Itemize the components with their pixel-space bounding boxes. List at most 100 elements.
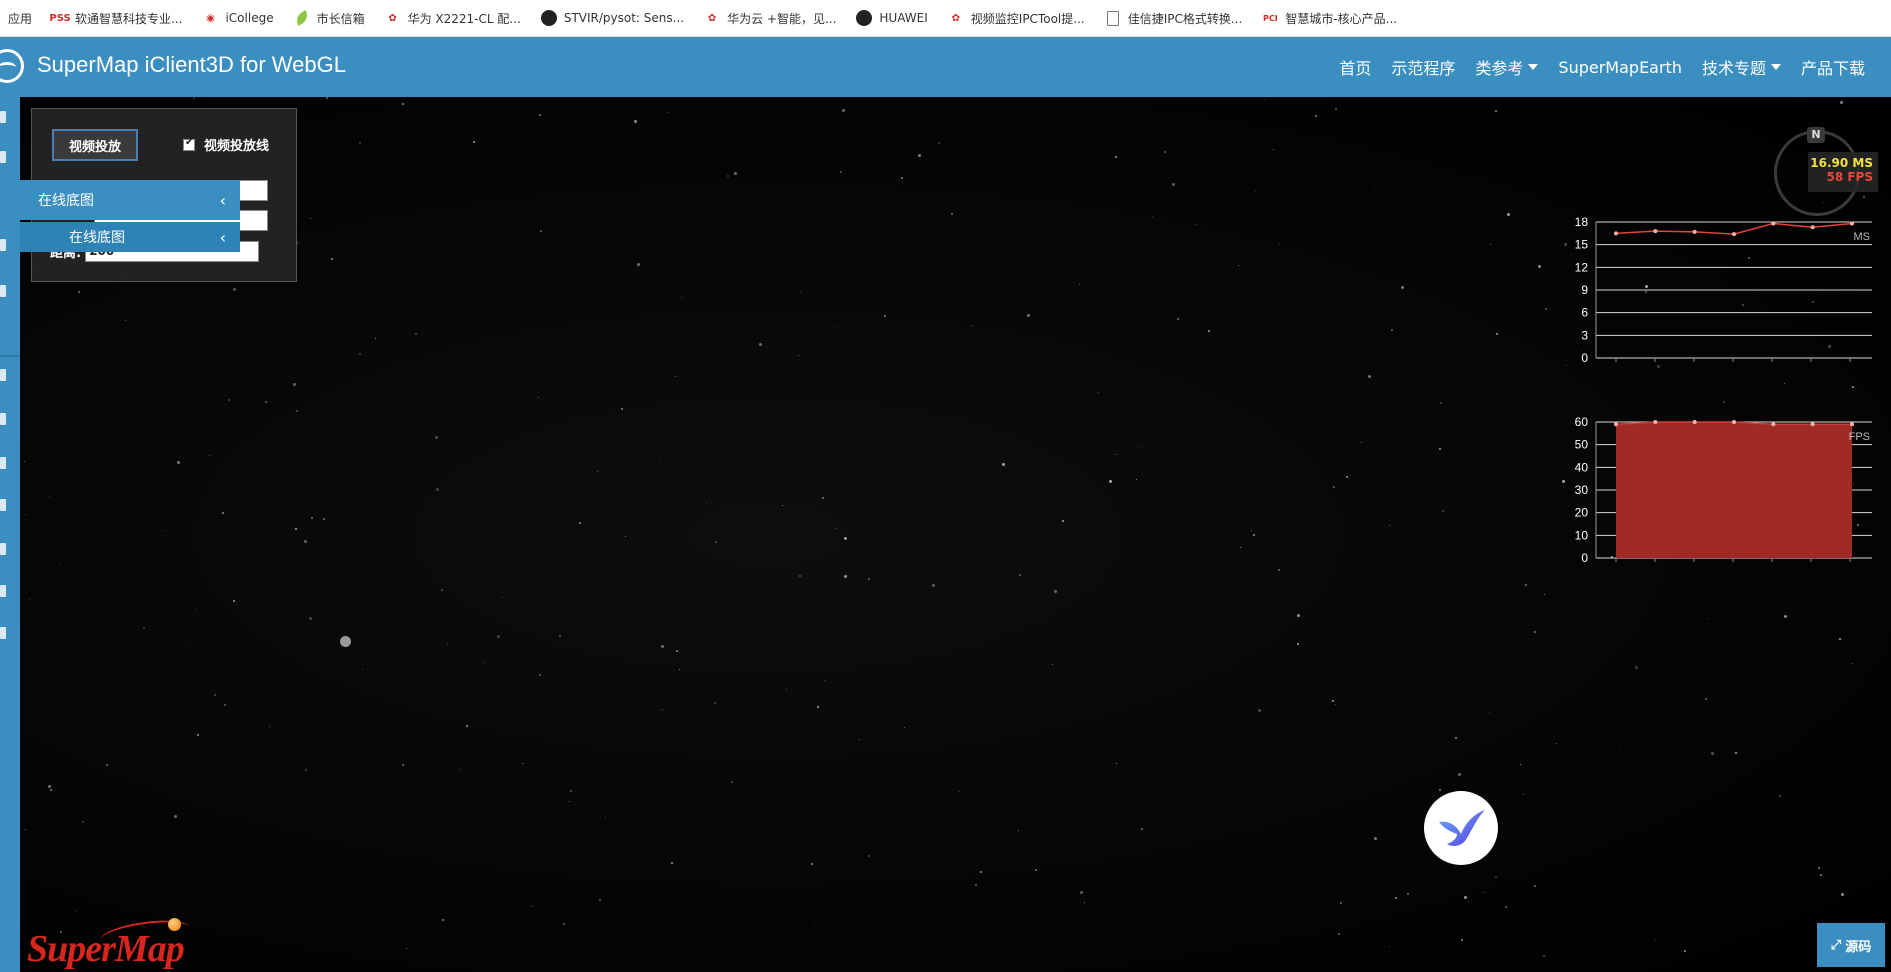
bird-logo-icon[interactable] [1424,791,1498,865]
star [859,739,860,740]
video-line-checkbox[interactable] [183,137,195,151]
star [1442,510,1444,512]
bookmark-item[interactable]: PSS 软通智慧科技专业... [49,10,182,27]
sidebar-menu-icon[interactable] [0,369,6,381]
star [734,172,737,175]
star [1164,151,1166,153]
star [25,514,26,515]
bird-icon [1439,810,1485,846]
star [196,609,197,610]
nav-class-reference[interactable]: 类参考 [1475,55,1539,79]
star [1520,764,1521,765]
bookmark-item[interactable]: ✿ 华为云 +智能，见... [704,10,837,27]
star [460,769,461,770]
star [1080,891,1083,894]
pci-icon: PCI [1262,13,1278,23]
star [559,635,561,637]
star [1389,946,1390,947]
bookmark-label: iCollege [225,11,274,25]
site-title[interactable]: SuperMap iClient3D for WebGL [37,52,346,78]
bookmark-label: 华为云 +智能，见... [727,11,837,26]
star [1523,794,1524,795]
star [1141,446,1142,447]
star [1840,101,1843,104]
bookmark-item[interactable]: 市长信箱 [293,10,365,27]
data-point [1850,422,1854,427]
star [959,791,960,792]
sidebar-menu-icon[interactable] [0,585,6,597]
menu-item-online-basemap[interactable]: 在线底图 ‹ [0,180,240,220]
document-icon [1105,10,1121,26]
nav-download[interactable]: 产品下载 [1801,55,1865,79]
star [125,320,126,321]
star [1439,448,1441,450]
sidebar-menu-icon[interactable] [0,111,6,123]
star [1489,712,1490,713]
bookmark-item[interactable]: ✿ 视频监控IPCTool提... [948,10,1085,27]
y-tick-label: 20 [1575,506,1589,520]
star [814,925,815,926]
video-project-button[interactable]: 视频投放 [52,129,138,161]
source-code-button[interactable]: ⤢ 源码 [1817,923,1885,967]
huawei-icon: ✿ [707,12,717,24]
submenu-item-online-basemap[interactable]: 在线底图 ‹ [20,222,240,252]
star [174,815,177,818]
sidebar-menu-icon[interactable] [0,543,6,555]
star [538,397,539,398]
star [228,399,230,401]
sidebar-menu-icon[interactable] [0,413,6,425]
bookmark-item[interactable]: PCI 智慧城市-核心产品... [1262,10,1397,27]
star [1027,314,1030,317]
video-line-checkbox-row[interactable]: 视频投放线 [183,135,269,154]
star [353,443,354,444]
star [727,175,729,177]
star [811,863,813,865]
y-tick-label: 3 [1581,328,1588,342]
star [799,575,801,577]
star [497,635,500,638]
sidebar-menu-icon[interactable] [0,499,6,511]
star [1109,480,1112,483]
star [1172,183,1175,186]
compass-north-icon[interactable]: N [1807,127,1825,143]
bookmark-item[interactable]: ◉ iCollege [202,10,273,26]
nav-home[interactable]: 首页 [1339,55,1371,79]
bookmark-item[interactable]: 佳信捷IPC格式转换... [1105,10,1242,27]
star [466,725,468,727]
bookmark-item[interactable]: STVIR/pysot: Sens... [540,10,685,26]
star [901,177,903,179]
star [293,383,296,386]
star [1496,333,1498,335]
y-tick-label: 6 [1581,306,1588,320]
star [309,617,312,620]
star [1735,752,1737,754]
nav-supermapearth[interactable]: SuperMapEarth [1558,58,1682,77]
sidebar-menu-icon[interactable] [0,239,6,251]
data-point [1692,420,1697,424]
star [1708,618,1709,619]
sidebar-menu-icon[interactable] [0,457,6,469]
data-point [1653,420,1658,424]
bookmark-apps[interactable]: 应用 [8,10,32,27]
bookmark-label: STVIR/pysot: Sens... [563,11,685,25]
bookmark-item[interactable]: ✿ 华为 X2221-CL 配... [385,10,520,27]
star [837,326,838,327]
sidebar-menu-icon[interactable] [0,627,6,639]
star [1525,584,1527,586]
nav-examples[interactable]: 示范程序 [1391,55,1455,79]
star [1711,752,1714,755]
fps-chart: 0 10 20 30 40 50 60 FPS [1575,415,1872,565]
y-tick-label: 0 [1581,351,1588,365]
bookmark-item[interactable]: HUAWEI [856,10,928,26]
star [1544,594,1545,595]
source-code-label: 源码 [1845,939,1872,955]
sidebar-menu-icon[interactable] [0,285,6,297]
star [1240,547,1241,548]
sidebar-menu-icon[interactable] [0,151,6,163]
star [1084,902,1085,903]
globe-logo-icon[interactable] [0,49,24,83]
nav-tech-topics[interactable]: 技术专题 [1702,55,1781,79]
y-tick-label: 50 [1575,438,1589,452]
moon [340,636,351,647]
star [1141,828,1143,830]
